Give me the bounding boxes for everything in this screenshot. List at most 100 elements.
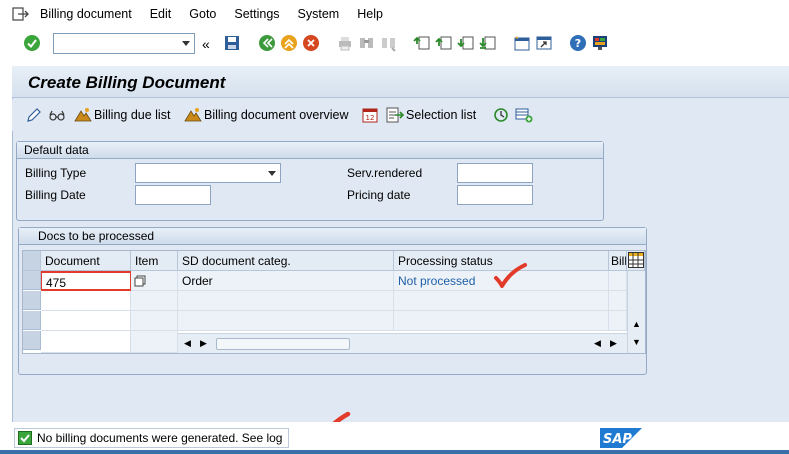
- collapse-icon[interactable]: «: [202, 36, 220, 54]
- sap-logo: SAP: [600, 428, 642, 451]
- scroll-right-end-icon[interactable]: ▶: [610, 338, 617, 349]
- billing-due-list-label: Billing due list: [94, 108, 171, 122]
- item-cell[interactable]: [131, 271, 178, 291]
- annotation-check-icon: [494, 263, 527, 288]
- serv-rendered-label: Serv.rendered: [347, 166, 423, 180]
- pricing-date-label: Pricing date: [347, 188, 411, 202]
- chevron-down-icon[interactable]: [182, 41, 190, 46]
- svg-text:SAP: SAP: [603, 432, 632, 447]
- edit-pencil-icon[interactable]: [26, 107, 42, 123]
- selection-list-button[interactable]: Selection list: [386, 107, 476, 123]
- bottom-accent-line: [0, 450, 789, 454]
- horizontal-scrollbar[interactable]: ◀ ▶ ◀ ▶: [178, 333, 627, 353]
- find-icon: [358, 34, 376, 52]
- page-title: Create Billing Document: [28, 73, 226, 92]
- row-selector[interactable]: [23, 331, 41, 350]
- item-cell-empty: [131, 291, 178, 311]
- previous-page-icon[interactable]: [435, 34, 453, 52]
- add-row-icon[interactable]: [515, 107, 533, 123]
- scroll-left-icon[interactable]: ◀: [184, 338, 191, 349]
- title-bar: Create Billing Document: [12, 66, 789, 98]
- column-header-item[interactable]: Item: [131, 251, 178, 271]
- cancel-icon[interactable]: [302, 34, 320, 52]
- document-cell-empty[interactable]: [41, 291, 131, 311]
- row-selector[interactable]: [23, 311, 41, 330]
- mountain-icon: [184, 107, 202, 123]
- billing-cell: [609, 271, 627, 291]
- item-cell-empty: [131, 331, 178, 353]
- menu-bar: Billing document Edit Goto Settings Syst…: [0, 0, 789, 28]
- execute-refresh-icon[interactable]: [493, 107, 509, 123]
- billing-due-list-button[interactable]: Billing due list: [74, 107, 170, 123]
- scroll-right-icon[interactable]: ▶: [200, 338, 207, 349]
- create-session-icon[interactable]: [513, 34, 531, 52]
- find-next-icon: [380, 34, 398, 52]
- menu-help[interactable]: Help: [357, 7, 383, 21]
- menu-goto[interactable]: Goto: [189, 7, 216, 21]
- menu-settings[interactable]: Settings: [234, 7, 279, 21]
- column-header-document[interactable]: Document: [41, 251, 131, 271]
- application-toolbar: Billing due list Billing document overvi…: [12, 99, 789, 131]
- select-all-corner[interactable]: [23, 251, 41, 271]
- billing-date-label: Billing Date: [25, 188, 86, 202]
- selection-list-label: Selection list: [406, 108, 477, 122]
- status-cell-empty: [394, 291, 609, 311]
- pricing-date-field[interactable]: [457, 185, 533, 205]
- exit-up-icon[interactable]: [280, 34, 298, 52]
- command-field[interactable]: [53, 33, 195, 54]
- help-icon[interactable]: ?: [569, 34, 587, 52]
- billing-document-overview-label: Billing document overview: [204, 108, 349, 122]
- status-message-text: No billing documents were generated. See…: [37, 431, 283, 445]
- first-page-icon[interactable]: [413, 34, 431, 52]
- scroll-down-icon[interactable]: ▼: [632, 337, 641, 347]
- serv-rendered-field[interactable]: [457, 163, 533, 183]
- column-header-sd-document-categ[interactable]: SD document categ.: [178, 251, 394, 271]
- vertical-scrollbar[interactable]: ▲ ▼: [627, 271, 645, 353]
- display-glasses-icon[interactable]: [48, 107, 66, 123]
- status-cell-empty: [394, 311, 609, 331]
- svg-text:12: 12: [366, 114, 375, 122]
- next-page-icon[interactable]: [457, 34, 475, 52]
- document-cell[interactable]: 475: [46, 276, 66, 289]
- default-data-title: Default data: [17, 142, 603, 159]
- row-selector[interactable]: [23, 271, 41, 290]
- column-header-billing[interactable]: Billi: [609, 251, 627, 271]
- billing-type-field[interactable]: [135, 163, 281, 183]
- row-selector[interactable]: [23, 291, 41, 310]
- item-cell-empty: [131, 311, 178, 331]
- calendar-icon[interactable]: 12: [362, 107, 378, 123]
- billing-document-overview-button[interactable]: Billing document overview: [184, 107, 349, 123]
- menu-edit[interactable]: Edit: [150, 7, 172, 21]
- document-cell-empty[interactable]: [41, 311, 131, 331]
- billing-cell-empty: [609, 291, 627, 311]
- copy-icon: [134, 275, 146, 287]
- chevron-down-icon[interactable]: [268, 171, 276, 176]
- scroll-left-end-icon[interactable]: ◀: [594, 338, 601, 349]
- scroll-up-icon[interactable]: ▲: [632, 319, 641, 329]
- save-icon[interactable]: [223, 34, 241, 52]
- success-check-icon: [18, 431, 32, 445]
- table-settings-icon[interactable]: [627, 251, 645, 271]
- customize-layout-icon[interactable]: [591, 34, 609, 52]
- categ-cell-empty: [178, 311, 394, 331]
- shortcut-icon[interactable]: [535, 34, 553, 52]
- table-row[interactable]: 475: [41, 271, 131, 291]
- back-icon[interactable]: [258, 34, 276, 52]
- h-scroll-thumb[interactable]: [216, 338, 350, 350]
- processing-status-link[interactable]: Not processed: [398, 274, 475, 288]
- svg-text:?: ?: [575, 37, 581, 50]
- status-message[interactable]: No billing documents were generated. See…: [14, 428, 290, 448]
- document-cell-empty[interactable]: [41, 331, 131, 353]
- categ-cell-empty: [178, 291, 394, 311]
- last-page-icon[interactable]: [479, 34, 497, 52]
- billing-date-field[interactable]: [135, 185, 211, 205]
- enter-check-icon[interactable]: [23, 34, 41, 52]
- exit-icon[interactable]: [12, 7, 30, 21]
- docs-table: Document Item SD document categ. Process…: [22, 250, 646, 354]
- menu-billing-document[interactable]: Billing document: [40, 7, 132, 21]
- print-icon: [336, 34, 354, 52]
- docs-title: Docs to be processed: [19, 228, 646, 245]
- billing-type-label: Billing Type: [25, 166, 87, 180]
- menu-system[interactable]: System: [298, 7, 340, 21]
- mountain-icon: [74, 107, 92, 123]
